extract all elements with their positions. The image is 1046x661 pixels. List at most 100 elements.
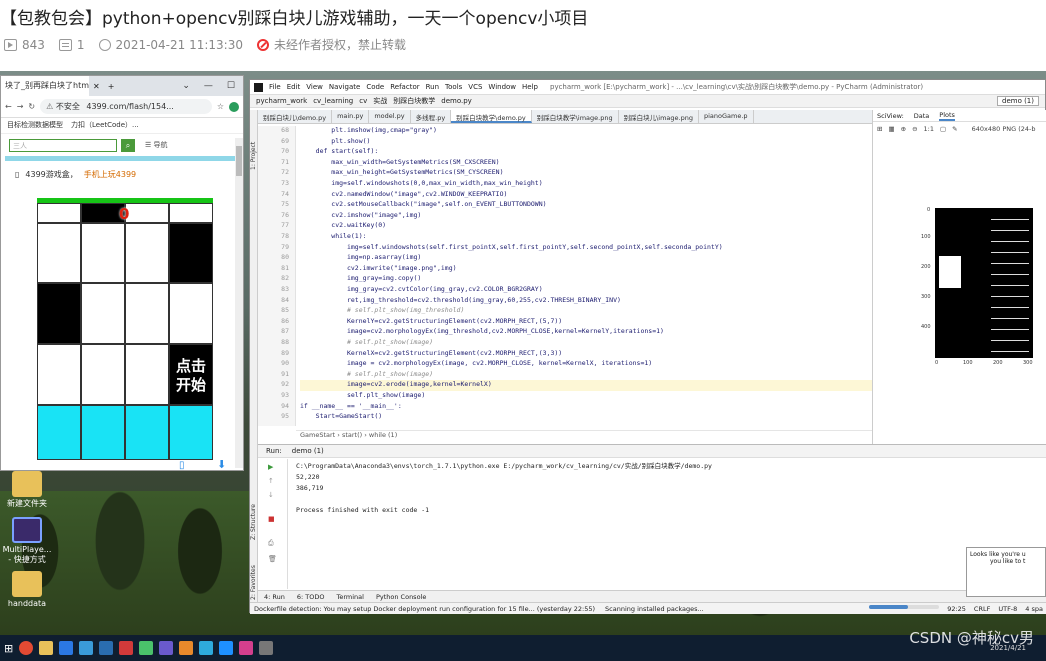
editor-tab[interactable]: 别踩白块儿\image.png [619,110,699,123]
windows-start-icon[interactable]: ⊞ [4,642,13,655]
editor-tab[interactable]: main.py [332,110,370,123]
code-line[interactable]: plt.imshow(img,cmap="gray") [300,126,872,137]
code-line[interactable]: # self.plt_show(img_threshold) [300,306,872,317]
code-line[interactable]: self.plt_show(image) [300,391,872,402]
editor-tab[interactable]: pianoGame.p [699,110,754,123]
tool-terminal[interactable]: Terminal [336,593,363,601]
project-tool-label[interactable]: 1: Project [250,120,258,170]
scrollbar[interactable] [235,138,243,468]
breadcrumb-item[interactable]: demo.py [441,97,472,105]
menu-file[interactable]: File [269,83,281,91]
tile-white[interactable] [37,223,81,283]
print-icon[interactable]: ⎙ [268,539,276,547]
breadcrumb-item[interactable]: 别踩白块教学 [393,96,435,106]
start-label[interactable]: 点击开始 [171,357,211,395]
cursor-position[interactable]: 92:25 [947,605,966,613]
menu-run[interactable]: Run [426,83,439,91]
video-screenshot[interactable]: 新建文件夹 MultiPlaye... - 快捷方式 handdata 块了_别… [0,71,1046,661]
line-separator[interactable]: CRLF [974,605,990,613]
code-line[interactable]: img_gray=cv2.cvtColor(img_gray,cv2.COLOR… [300,285,872,296]
menu-view[interactable]: View [306,83,323,91]
tab-close-icon[interactable]: ✕ [93,82,100,91]
pycharm-window[interactable]: File Edit View Navigate Code Refactor Ru… [249,79,1046,614]
code-line[interactable]: # self.plt_show(image) [300,370,872,381]
code-line[interactable]: img=self.windowshots(0,0,max_win_width,m… [300,179,872,190]
tile-white[interactable] [81,223,125,283]
tile-white[interactable] [169,283,213,344]
status-message[interactable]: Dockerfile detection: You may setup Dock… [254,605,595,613]
console-output[interactable]: C:\ProgramData\Anaconda3\envs\torch_1.7.… [296,461,712,516]
code-editor[interactable]: plt.imshow(img,cmap="gray") plt.show() d… [300,126,872,426]
menu-navigate[interactable]: Navigate [329,83,360,91]
code-line[interactable]: img=self.windowshots(self.first_pointX,s… [300,243,872,254]
structure-tool-label[interactable]: Z: Structure [250,490,258,540]
code-line[interactable]: Start=GameStart() [300,412,872,423]
code-line[interactable]: max_win_height=GetSystemMetrics(SM_CYSCR… [300,168,872,179]
encoding[interactable]: UTF-8 [998,605,1017,613]
browser-window[interactable]: 块了_别再踩白块了htm ✕ + ⌄ — ☐ ← → ↻ ⚠ 不安全 4399.… [0,75,244,471]
down-icon[interactable]: ↓ [268,491,276,499]
tile-white[interactable] [125,283,169,344]
maximize-icon[interactable]: ☐ [227,81,235,91]
code-line[interactable]: while(1): [300,232,872,243]
trash-icon[interactable]: 🗑 [268,555,277,563]
url-field[interactable]: ⚠ 不安全 4399.com/flash/154... [40,99,212,114]
up-icon[interactable]: ↑ [268,477,276,485]
new-tab-icon[interactable]: + [108,82,115,91]
menu-code[interactable]: Code [366,83,384,91]
breadcrumb-item[interactable]: cv [359,97,367,105]
code-line[interactable]: cv2.imwrite("image.png",img) [300,264,872,275]
edge-icon[interactable] [59,641,74,655]
reload-icon[interactable]: ↻ [28,102,35,111]
tab-data[interactable]: Data [914,112,930,120]
tile-white[interactable] [81,344,125,405]
fit-screen-icon[interactable]: ▢ [940,125,946,133]
code-line[interactable]: cv2.namedWindow("image",cv2.WINDOW_KEEPR… [300,190,872,201]
code-line[interactable]: image=cv2.erode(image,kernel=KernelX) [300,380,872,392]
desktop-icon-nox[interactable]: MultiPlaye... - 快捷方式 [2,517,52,565]
menu-edit[interactable]: Edit [287,83,301,91]
search-icon[interactable]: ⌕ [121,138,135,152]
code-line[interactable]: cv2.waitKey(0) [300,221,872,232]
desktop-icon-handdata[interactable]: handdata [2,571,52,609]
rerun-icon[interactable]: ▶ [268,463,276,471]
pipette-icon[interactable]: ✎ [952,125,957,133]
fit-icon[interactable]: ⊞ [877,125,882,133]
code-line[interactable]: plt.show() [300,137,872,148]
nav-link[interactable]: ☰ 导航 [145,140,168,150]
code-line[interactable]: image=cv2.morphologyEx(img_threshold,cv2… [300,327,872,338]
menu-help[interactable]: Help [522,83,538,91]
code-line[interactable]: cv2.setMouseCallback("image",self.on_EVE… [300,200,872,211]
stop-icon[interactable]: ■ [268,515,276,523]
favorites-tool-label[interactable]: 2: Favorites [250,550,258,600]
run-config-select[interactable]: demo (1) [997,96,1039,106]
menu-window[interactable]: Window [488,83,516,91]
back-icon[interactable]: ← [5,102,12,111]
code-line[interactable]: def start(self): [300,147,872,158]
tile-white[interactable] [81,283,125,344]
tile-white[interactable] [169,203,213,223]
app-icon[interactable] [239,641,254,655]
app-icon[interactable] [259,641,274,655]
forward-icon[interactable]: → [17,102,24,111]
tile-white[interactable] [125,223,169,283]
indent[interactable]: 4 spa [1025,605,1043,613]
star-icon[interactable]: ☆ [217,102,224,111]
bookmark-item[interactable]: 力扣（LeetCode）... [71,120,139,131]
app-icon[interactable] [119,641,134,655]
tile-white[interactable] [125,344,169,405]
app-icon[interactable] [179,641,194,655]
explorer-icon[interactable] [39,641,54,655]
code-line[interactable]: # self.plt_show(image) [300,338,872,349]
editor-tab[interactable]: 多线程.py [411,110,452,123]
browser-tab[interactable]: 块了_别再踩白块了htm [1,76,89,96]
zoom-in-icon[interactable]: ⊕ [901,125,906,133]
app-icon[interactable] [199,641,214,655]
code-line[interactable]: img_gray=img.copy() [300,274,872,285]
editor-tab-active[interactable]: 别踩白块教学\demo.py [451,110,532,123]
tool-run[interactable]: 4: Run [264,593,285,601]
menu-refactor[interactable]: Refactor [390,83,419,91]
grid-icon[interactable]: ▦ [888,125,894,133]
tile-white[interactable] [37,203,81,223]
editor-tab[interactable]: model.py [369,110,411,123]
